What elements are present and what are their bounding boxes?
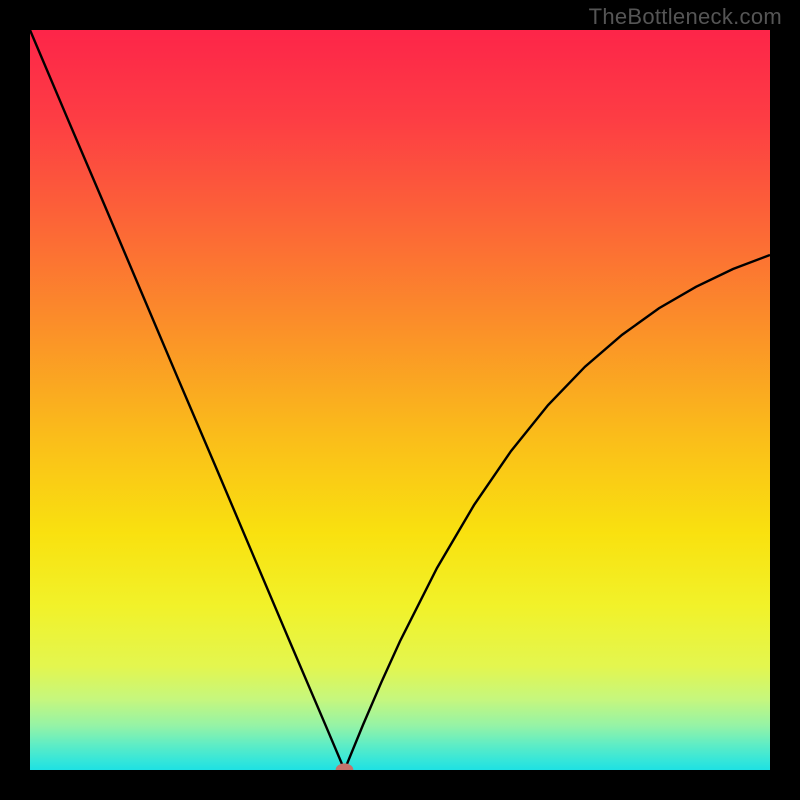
chart-svg <box>30 30 770 770</box>
watermark-text: TheBottleneck.com <box>589 4 782 30</box>
plot-area <box>30 30 770 770</box>
gradient-background <box>30 30 770 770</box>
chart-container: TheBottleneck.com <box>0 0 800 800</box>
